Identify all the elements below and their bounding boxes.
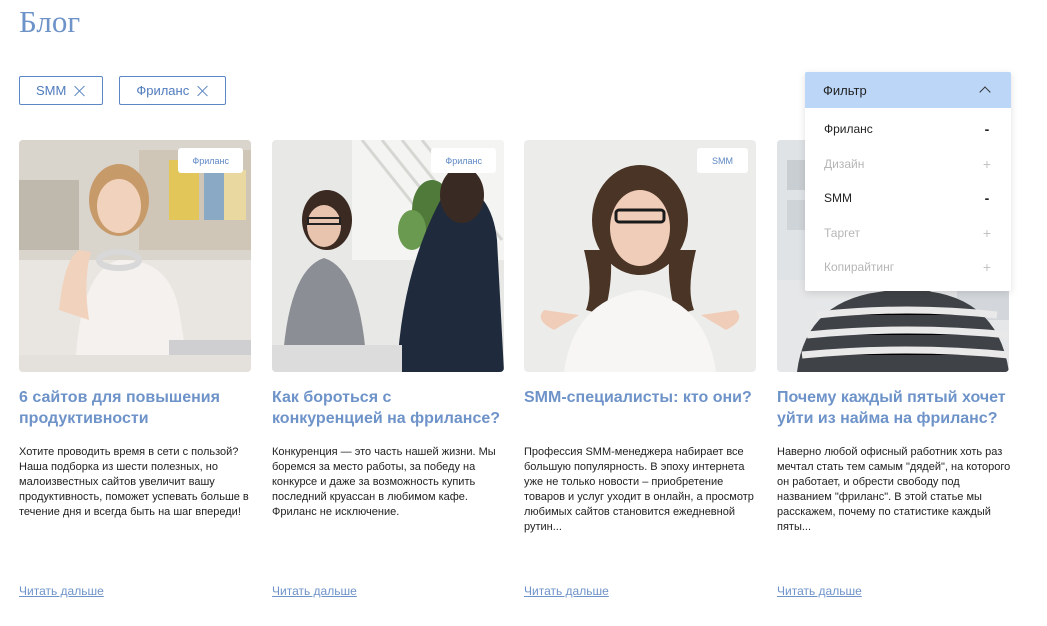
filter-option-target[interactable]: Таргет + bbox=[805, 216, 1011, 251]
tag-chip-smm[interactable]: SMM bbox=[19, 76, 104, 105]
blog-card: Фриланс Как бороться с конкуренцией на ф… bbox=[272, 140, 504, 598]
read-more-link[interactable]: Читать дальше bbox=[19, 584, 104, 598]
active-tags: SMM Фриланс bbox=[19, 76, 227, 105]
filter-option-label: Копирайтинг bbox=[824, 260, 895, 275]
minus-icon[interactable]: - bbox=[982, 121, 992, 137]
filter-label: Фильтр bbox=[823, 82, 867, 98]
page-title: Блог bbox=[19, 4, 81, 39]
filter-dropdown: Фильтр Фриланс - Дизайн + SMM - Таргет +… bbox=[805, 72, 1011, 291]
woman-thumbs-up-photo bbox=[19, 140, 251, 372]
minus-icon[interactable]: - bbox=[982, 190, 992, 206]
card-title[interactable]: Как бороться с конкуренцией на фрилансе? bbox=[272, 387, 504, 429]
tag-chip-freelance[interactable]: Фриланс bbox=[119, 76, 227, 105]
filter-toggle[interactable]: Фильтр bbox=[805, 72, 1011, 108]
card-tag[interactable]: SMM bbox=[697, 148, 748, 173]
filter-options: Фриланс - Дизайн + SMM - Таргет + Копира… bbox=[805, 108, 1011, 291]
blog-card: SMM SMM-специалисты: кто они? Профессия … bbox=[524, 140, 756, 598]
card-tag[interactable]: Фриланс bbox=[178, 148, 243, 173]
filter-option-label: Дизайн bbox=[824, 156, 865, 171]
filter-option-label: Фриланс bbox=[824, 122, 873, 137]
tag-chip-label: SMM bbox=[36, 83, 67, 98]
card-title[interactable]: Почему каждый пятый хочет уйти из найма … bbox=[777, 387, 1009, 429]
filter-option-design[interactable]: Дизайн + bbox=[805, 147, 1011, 182]
read-more-link[interactable]: Читать дальше bbox=[777, 584, 862, 598]
card-image[interactable]: SMM bbox=[524, 140, 756, 372]
read-more-link[interactable]: Читать дальше bbox=[272, 584, 357, 598]
confused-woman-photo bbox=[524, 140, 756, 372]
card-title[interactable]: SMM-специалисты: кто они? bbox=[524, 387, 756, 408]
office-meeting-photo bbox=[272, 140, 504, 372]
filter-option-freelance[interactable]: Фриланс - bbox=[805, 112, 1011, 147]
chevron-up-icon[interactable] bbox=[978, 85, 992, 95]
card-image[interactable]: Фриланс bbox=[272, 140, 504, 372]
read-more-link[interactable]: Читать дальше bbox=[524, 584, 609, 598]
card-excerpt: Конкуренция — это часть нашей жизни. Мы … bbox=[272, 446, 496, 518]
card-image[interactable]: Фриланс bbox=[19, 140, 251, 372]
card-excerpt: Наверно любой офисный работник хоть раз … bbox=[777, 446, 1011, 533]
filter-option-copywriting[interactable]: Копирайтинг + bbox=[805, 250, 1011, 285]
plus-icon[interactable]: + bbox=[982, 259, 992, 275]
tag-chip-label: Фриланс bbox=[136, 83, 190, 98]
plus-icon[interactable]: + bbox=[982, 156, 992, 172]
close-icon[interactable] bbox=[197, 85, 209, 97]
filter-option-smm[interactable]: SMM - bbox=[805, 181, 1011, 216]
card-tag[interactable]: Фриланс bbox=[431, 148, 496, 173]
card-excerpt: Хотите проводить время в сети с пользой?… bbox=[19, 446, 249, 518]
card-excerpt: Профессия SMM-менеджера набирает все бол… bbox=[524, 446, 754, 533]
plus-icon[interactable]: + bbox=[982, 225, 992, 241]
filter-option-label: SMM bbox=[824, 191, 852, 206]
filter-option-label: Таргет bbox=[824, 225, 861, 240]
close-icon[interactable] bbox=[74, 85, 86, 97]
card-title[interactable]: 6 сайтов для повышения продуктивности bbox=[19, 387, 251, 429]
blog-card: Фриланс 6 сайтов для повышения продуктив… bbox=[19, 140, 251, 598]
